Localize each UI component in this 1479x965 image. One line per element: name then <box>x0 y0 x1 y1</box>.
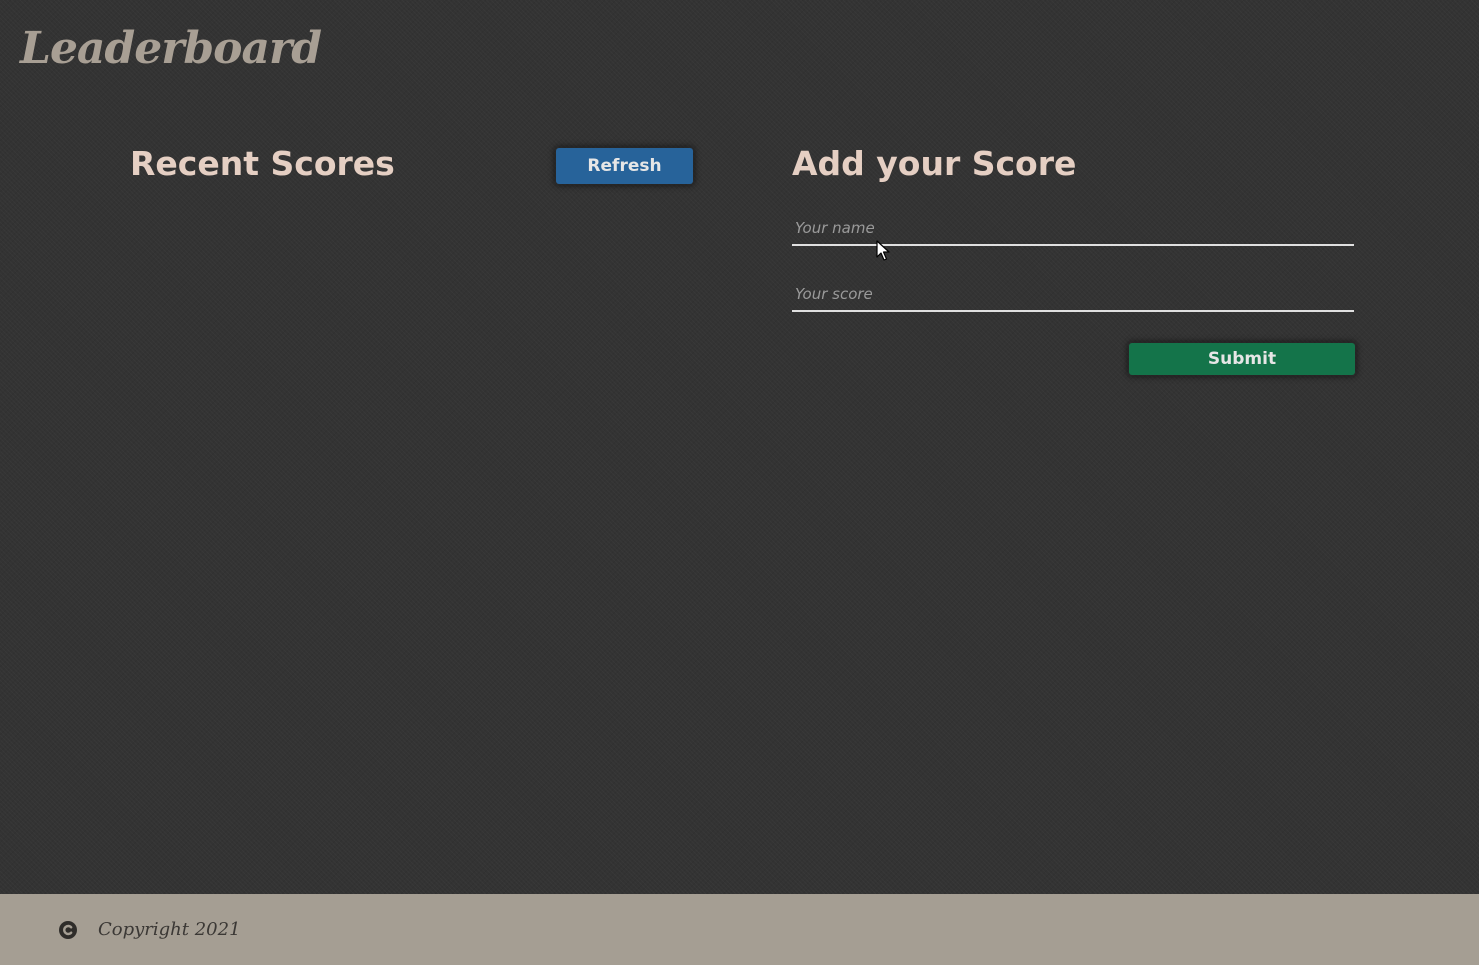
recent-scores-panel: Recent Scores Refresh <box>130 140 694 190</box>
submit-button[interactable]: Submit <box>1129 343 1355 375</box>
copyright-icon <box>58 920 78 940</box>
app-logo: Leaderboard <box>20 23 322 74</box>
refresh-button[interactable]: Refresh <box>556 148 693 184</box>
copyright-text: Copyright 2021 <box>98 919 241 940</box>
add-score-title: Add your Score <box>792 144 1077 183</box>
add-score-panel: Add your Score Submit <box>792 140 1356 390</box>
name-input[interactable] <box>792 212 1354 246</box>
score-input[interactable] <box>792 278 1354 312</box>
page-footer: Copyright 2021 <box>0 894 1479 965</box>
recent-scores-title: Recent Scores <box>130 144 395 183</box>
